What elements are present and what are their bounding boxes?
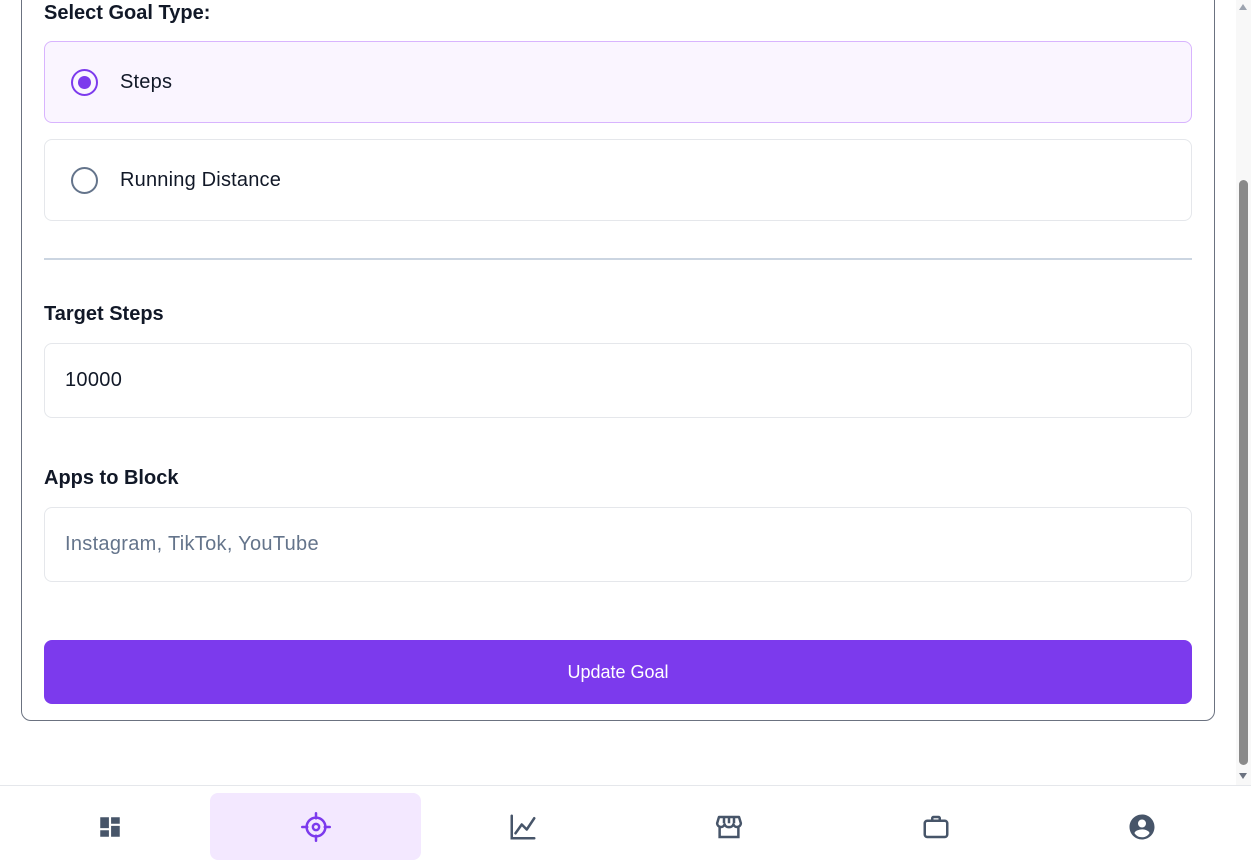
nav-dashboard[interactable] — [4, 793, 215, 860]
scrollbar[interactable] — [1236, 0, 1251, 785]
apps-to-block-label: Apps to Block — [44, 467, 179, 489]
goal-option-steps[interactable]: Steps — [44, 41, 1192, 123]
option-label-running-distance: Running Distance — [120, 168, 282, 191]
divider — [44, 258, 1192, 260]
goal-option-running-distance[interactable]: Running Distance — [44, 139, 1192, 221]
nav-stats[interactable] — [417, 793, 628, 860]
target-steps-label: Target Steps — [44, 303, 164, 325]
scroll-down-arrow-icon[interactable] — [1239, 773, 1247, 779]
scroll-up-arrow-icon[interactable] — [1239, 4, 1247, 10]
scrollbar-thumb[interactable] — [1239, 180, 1248, 765]
account-circle-icon — [1129, 814, 1154, 839]
update-goal-button[interactable]: Update Goal — [44, 640, 1192, 704]
store-icon — [715, 815, 742, 838]
radio-running-distance[interactable] — [71, 166, 98, 194]
target-icon — [300, 811, 331, 842]
radio-dot — [78, 75, 91, 89]
target-steps-input[interactable] — [44, 343, 1192, 418]
bottom-navigation — [0, 785, 1251, 865]
nav-store[interactable] — [623, 793, 834, 860]
radio-steps[interactable] — [71, 68, 98, 96]
goal-type-heading: Select Goal Type: — [44, 2, 211, 24]
nav-work[interactable] — [830, 793, 1041, 860]
nav-goals[interactable] — [210, 793, 421, 860]
briefcase-icon — [923, 815, 948, 838]
chart-line-icon — [510, 814, 535, 839]
apps-to-block-input[interactable] — [44, 507, 1192, 582]
option-label-steps: Steps — [120, 70, 173, 93]
dashboard-icon — [99, 816, 120, 837]
nav-profile[interactable] — [1036, 793, 1247, 860]
